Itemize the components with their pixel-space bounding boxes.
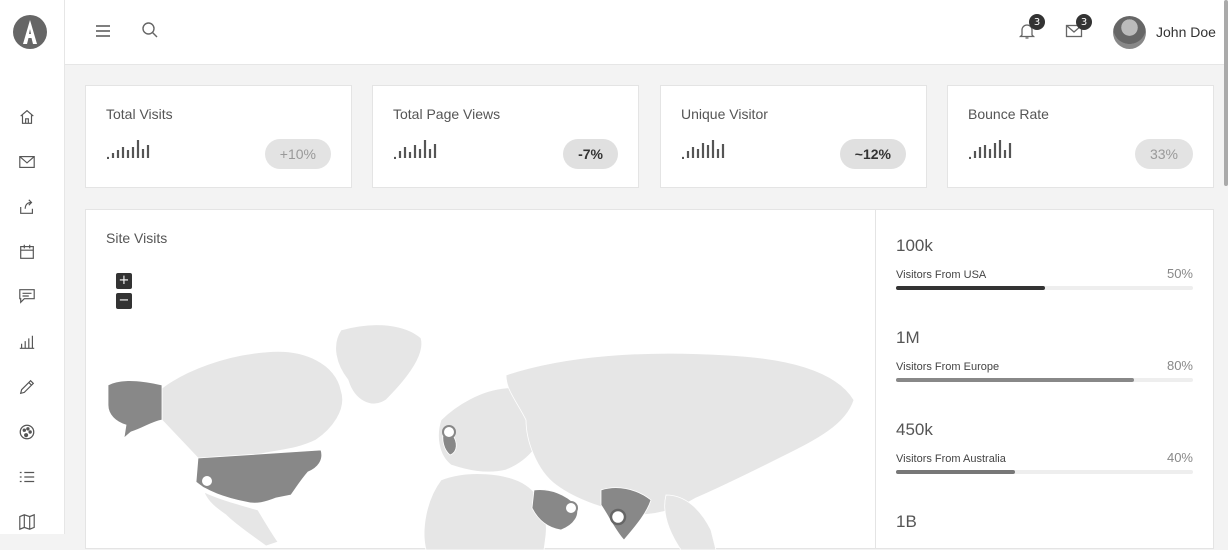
visitors-label: Visitors From USA [896, 269, 987, 281]
world-map[interactable] [86, 310, 877, 550]
visitors-percent: 50% [1166, 266, 1193, 281]
stat-change-badge: -7% [563, 139, 618, 169]
messages-icon[interactable]: 3 [1065, 14, 1092, 40]
greenland [335, 324, 423, 405]
map-marker-usa [200, 474, 214, 488]
stat-change-badge: 33% [1134, 139, 1193, 169]
visitors-label: Visitors From Australia [896, 453, 1006, 465]
visitors-label: Visitors From Europe [896, 361, 1000, 373]
bar-chart-icon[interactable] [17, 332, 37, 352]
progress-bar [896, 286, 1193, 290]
notifications-bell-icon[interactable]: 3 [1018, 14, 1045, 40]
visitors-percent: 40% [1166, 450, 1193, 465]
user-name[interactable]: John Doe [1156, 24, 1216, 40]
progress-bar [896, 470, 1193, 474]
stat-card-bounce-rate: Bounce Rate 33% [947, 85, 1214, 188]
avatar[interactable] [1113, 16, 1146, 49]
visitors-amount: 1M [896, 328, 920, 347]
stat-title: Unique Visitor [681, 106, 768, 122]
zoom-in-button[interactable]: + [116, 273, 132, 289]
stat-card-total-page-views: Total Page Views -7% [372, 85, 639, 188]
mail-icon[interactable] [17, 152, 37, 172]
visitors-block: 1B [896, 512, 1193, 532]
alaska [107, 380, 163, 440]
asia [505, 352, 855, 516]
calendar-icon[interactable] [17, 242, 37, 262]
visitors-amount: 450k [896, 420, 933, 439]
messages-badge: 3 [1076, 14, 1092, 30]
scrollbar[interactable] [1224, 0, 1228, 186]
canada [161, 351, 343, 460]
progress-bar [896, 378, 1193, 382]
sparkline [107, 140, 150, 159]
sparkline [969, 140, 1012, 159]
map-icon[interactable] [17, 512, 37, 532]
logo[interactable] [12, 14, 48, 50]
sparkline [394, 140, 437, 159]
site-visits-card: Site Visits + − [85, 209, 877, 550]
list-icon[interactable] [17, 467, 37, 487]
visitors-percent: 80% [1166, 358, 1193, 373]
visitors-block: 100k Visitors From USA 50% [896, 236, 1193, 290]
india [600, 487, 652, 541]
visitors-card: 100k Visitors From USA 50% 1M Visitors Fr… [876, 209, 1214, 549]
stat-change-badge: ~12% [839, 139, 906, 169]
palette-icon[interactable] [17, 422, 37, 442]
sparkline [682, 140, 725, 159]
stat-title: Total Page Views [393, 106, 501, 122]
pencil-icon[interactable] [17, 377, 37, 397]
visitors-block: 450k Visitors From Australia 40% [896, 420, 1193, 474]
home-icon[interactable] [17, 107, 37, 127]
map-title: Site Visits [106, 230, 168, 246]
stat-title: Total Visits [106, 106, 173, 122]
notifications-badge: 3 [1029, 14, 1045, 30]
sidebar [0, 0, 65, 534]
stat-card-total-visits: Total Visits +10% [85, 85, 352, 188]
stat-title: Bounce Rate [968, 106, 1049, 122]
visitors-block: 1M Visitors From Europe 80% [896, 328, 1193, 382]
share-icon[interactable] [17, 197, 37, 217]
zoom-out-button[interactable]: − [116, 293, 132, 309]
southeast-asia [664, 494, 717, 550]
stat-card-unique-visitor: Unique Visitor ~12% [660, 85, 927, 188]
top-bar: 3 3 John Doe [65, 0, 1228, 65]
stat-change-badge: +10% [264, 139, 331, 169]
visitors-amount: 1B [896, 512, 917, 531]
usa [195, 449, 323, 504]
progress-fill [896, 286, 1045, 290]
search-icon[interactable] [141, 21, 159, 39]
map-marker-india [609, 508, 627, 526]
africa [423, 473, 547, 550]
visitors-amount: 100k [896, 236, 933, 255]
progress-fill [896, 470, 1015, 474]
chat-icon[interactable] [17, 286, 37, 306]
progress-fill [896, 378, 1134, 382]
map-marker-europe [442, 425, 456, 439]
map-marker-middle-east [564, 501, 578, 515]
menu-toggle-icon[interactable] [94, 22, 112, 40]
